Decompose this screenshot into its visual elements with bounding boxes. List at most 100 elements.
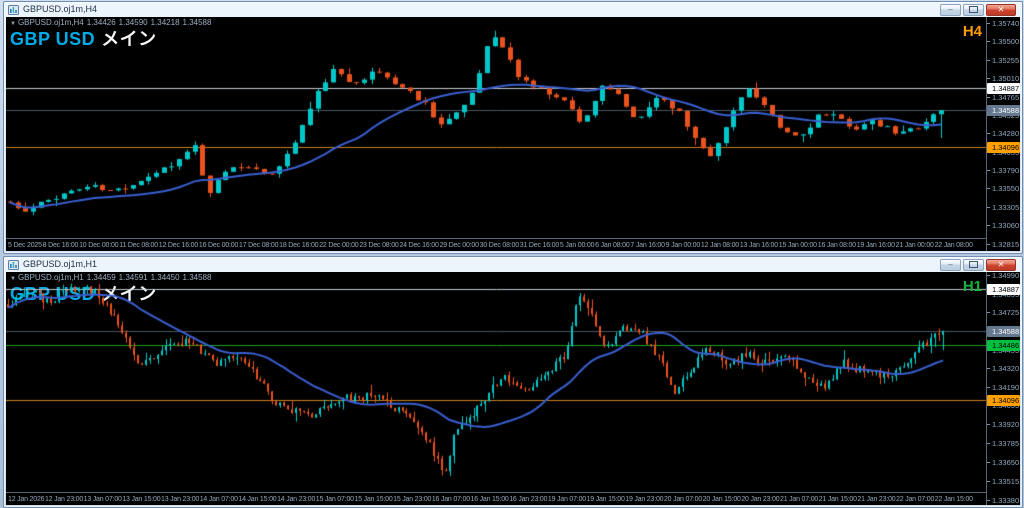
price-tick: 1.34725: [987, 308, 1019, 317]
time-label: 5 Dec 2025: [8, 241, 42, 249]
time-label: 22 Jan 07:00: [896, 495, 935, 503]
time-label: 14 Jan 07:00: [199, 495, 238, 503]
time-label: 9 Jan 00:00: [665, 241, 701, 249]
time-label: 13 Jan 23:00: [161, 495, 200, 503]
price-tick: 1.34765: [987, 93, 1019, 102]
time-label: 31 Dec 16:00: [519, 241, 560, 249]
close-button[interactable]: ✕: [986, 3, 1016, 16]
time-label: 16 Jan 15:00: [470, 495, 509, 503]
header-open: 1.34426: [86, 18, 116, 27]
header-low: 1.34450: [150, 273, 180, 282]
price-scale[interactable]: 1.349901.348551.347251.345901.344551.343…: [986, 272, 1020, 505]
time-label: 5 Jan 00:00: [559, 241, 595, 249]
chart-window-h4: GBPUSD.oj1m,H4 – ✕ GBP USDメイン ▼GBPUSD.oj…: [3, 1, 1023, 254]
candlestick-chart[interactable]: [6, 272, 987, 492]
time-label: 15 Jan 15:00: [354, 495, 393, 503]
time-label: 20 Jan 23:00: [741, 495, 780, 503]
time-label: 15 Jan 07:00: [315, 495, 354, 503]
price-tick: 1.35255: [987, 56, 1019, 65]
candlestick-chart[interactable]: [6, 17, 987, 238]
time-label: 12 Jan 23:00: [44, 495, 84, 503]
time-label: 17 Dec 08:00: [239, 241, 279, 249]
time-label: 19 Jan 23:00: [625, 495, 664, 503]
time-label: 13 Jan 07:00: [83, 495, 122, 503]
time-label: 24 Dec 16:00: [399, 241, 439, 249]
chart-window-icon: [8, 4, 19, 15]
price-tick: 1.33380: [987, 496, 1019, 505]
restore-button[interactable]: [963, 3, 984, 16]
titlebar[interactable]: GBPUSD.oj1m,H4 – ✕: [4, 2, 1022, 17]
restore-icon: [969, 261, 978, 268]
time-label: 20 Jan 15:00: [702, 495, 741, 503]
bid-price-marker: 1.34588: [987, 105, 1020, 117]
titlebar[interactable]: GBPUSD.oj1m,H1 – ✕: [4, 257, 1022, 272]
time-label: 7 Jan 16:00: [630, 241, 665, 249]
level-price-marker: 1.34486: [987, 340, 1020, 352]
price-tick: 1.34280: [987, 129, 1019, 138]
time-label: 6 Jan 08:00: [595, 241, 630, 249]
header-close: 1.34588: [182, 273, 212, 282]
price-chart-canvas[interactable]: [6, 272, 987, 492]
header-symbol: GBPUSD.oj1m,H1: [17, 273, 84, 282]
price-tick: 1.33550: [987, 184, 1019, 193]
minimize-button[interactable]: –: [940, 258, 961, 271]
time-label: 13 Jan 16:00: [739, 241, 778, 249]
chart-area: GBP USDメイン ▼GBPUSD.oj1m,H11.344591.34591…: [6, 272, 1020, 505]
timeframe-badge: H1: [962, 278, 982, 295]
price-tick: 1.35740: [987, 19, 1019, 28]
time-label: 14 Jan 15:00: [238, 495, 277, 503]
time-axis[interactable]: 12 Jan 2026 12 Jan 23:00 13 Jan 07:00 13 Ja…: [6, 492, 987, 505]
time-label: 23 Dec 08:00: [359, 241, 399, 249]
time-label: 12 Dec 16:00: [158, 241, 199, 249]
terminal-workspace: { "chrome": { "minimize_glyph": "–", "cl…: [0, 0, 1024, 508]
price-tick: 1.33650: [987, 458, 1019, 467]
time-label: 22 Jan 15:00: [934, 495, 973, 503]
chart-window-h1: GBPUSD.oj1m,H1 – ✕ GBP USDメイン ▼GBPUSD.oj…: [3, 256, 1023, 508]
time-label: 11 Dec 08:00: [119, 241, 158, 249]
time-label: 16 Jan 08:00: [817, 241, 856, 249]
time-label: 12 Jan 2026: [8, 495, 45, 503]
price-scale[interactable]: 1.357401.355001.352551.350101.347651.345…: [986, 17, 1020, 251]
time-label: 16 Jan 23:00: [509, 495, 548, 503]
window-controls: – ✕: [940, 258, 1018, 271]
time-label: 30 Dec 08:00: [479, 241, 519, 249]
ohlc-header: ▼ GBPUSD.oj1m,H4 1.34426 1.34590 1.34218 1.34…: [10, 18, 214, 27]
price-tick: 1.33785: [987, 439, 1019, 448]
time-label: 16 Jan 07:00: [431, 495, 470, 503]
time-label: 8 Dec 16:00: [42, 241, 79, 249]
time-label: 19 Jan 15:00: [586, 495, 625, 503]
close-icon: ✕: [997, 259, 1005, 269]
timeframe-badge: H4: [962, 23, 982, 40]
header-symbol: GBPUSD.oj1m,H4: [17, 18, 84, 27]
time-label: 19 Jan 07:00: [547, 495, 586, 503]
price-chart-canvas[interactable]: [6, 17, 987, 238]
price-tick: 1.34190: [987, 383, 1019, 392]
minimize-button[interactable]: –: [940, 3, 961, 16]
ohlc-header: ▼ GBPUSD.oj1m,H1 1.34459 1.34591 1.34450 1.34…: [10, 273, 214, 282]
time-axis[interactable]: 5 Dec 2025 8 Dec 16:00 10 Dec 00:00 11 Dec …: [6, 238, 987, 251]
symbol-dropdown-icon[interactable]: ▼: [10, 21, 16, 27]
time-label: 20 Jan 07:00: [663, 495, 703, 503]
restore-button[interactable]: [963, 258, 984, 271]
price-tick: 1.34320: [987, 364, 1019, 373]
level-price-marker: 1.34887: [987, 82, 1020, 94]
chart-area: GBP USDメイン ▼GBPUSD.oj1m,H41.344261.34590…: [6, 17, 1020, 251]
price-tick: 1.32815: [987, 240, 1019, 249]
price-tick: 1.33920: [987, 420, 1019, 429]
time-label: 12 Jan 08:00: [700, 241, 739, 249]
price-tick: 1.33790: [987, 166, 1019, 175]
price-tick: 1.33305: [987, 203, 1019, 212]
close-button[interactable]: ✕: [986, 258, 1016, 271]
time-label: 15 Jan 23:00: [393, 495, 432, 503]
symbol-dropdown-icon[interactable]: ▼: [10, 276, 16, 282]
header-close: 1.34588: [182, 18, 212, 27]
level-price-marker: 1.34887: [987, 284, 1020, 296]
time-label: 22 Dec 00:00: [319, 241, 359, 249]
price-tick: 1.33060: [987, 221, 1019, 230]
time-label: 10 Dec 00:00: [79, 241, 119, 249]
chart-window-icon: [8, 259, 19, 270]
minimize-icon: –: [948, 259, 953, 269]
price-tick: 1.35500: [987, 37, 1019, 46]
time-label: 16 Dec 00:00: [198, 241, 239, 249]
header-high: 1.34590: [118, 18, 148, 27]
